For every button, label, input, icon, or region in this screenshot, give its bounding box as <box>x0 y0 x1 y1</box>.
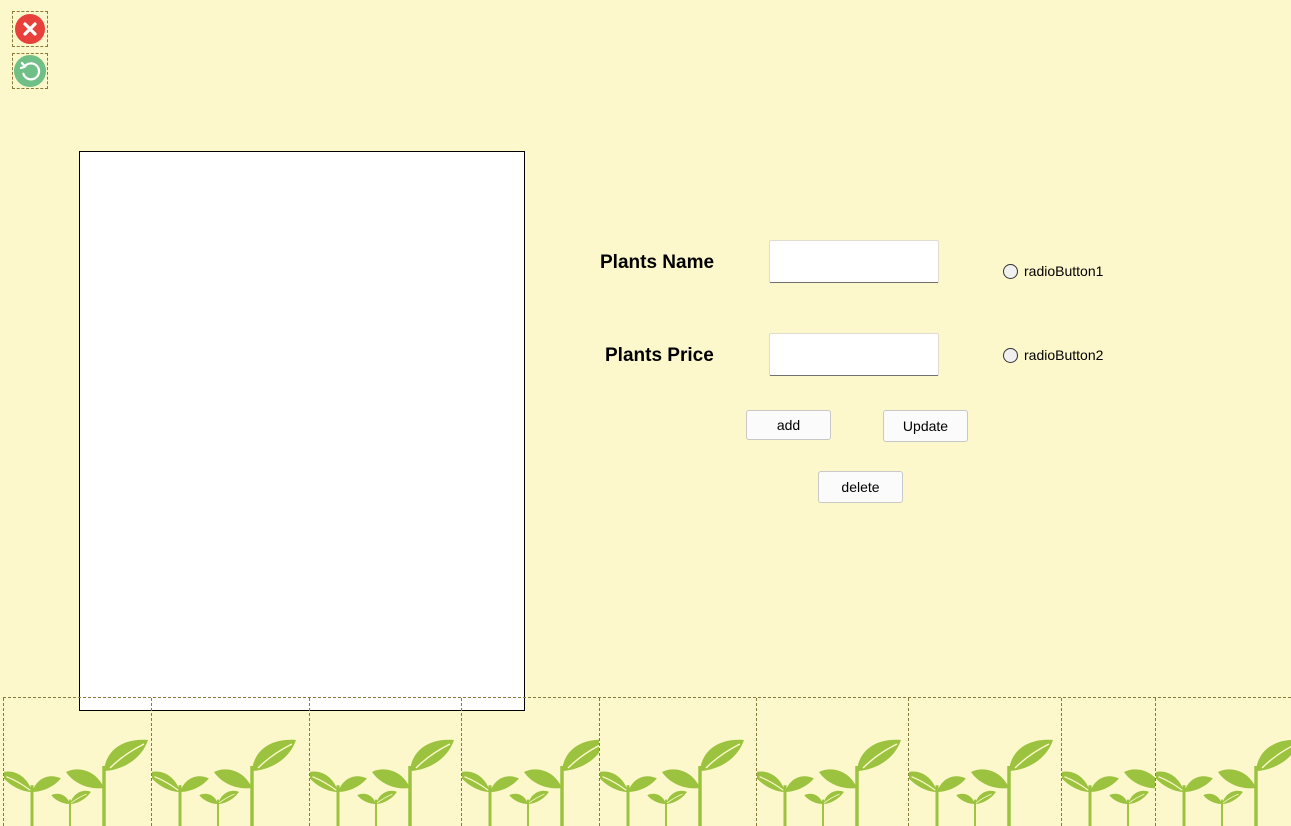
radio-button-1[interactable]: radioButton1 <box>1003 263 1103 279</box>
sprout-icon <box>462 739 599 826</box>
undo-arrow-icon <box>13 54 47 88</box>
sprout-icon <box>909 739 1053 826</box>
sprout-icon <box>310 739 454 826</box>
footer-sprout-banner <box>3 697 1291 826</box>
sprout-icon <box>1156 739 1291 826</box>
sprout-tile <box>1061 698 1155 826</box>
sprout-icon <box>1062 769 1155 826</box>
sprout-icon <box>4 739 148 826</box>
plants-name-label: Plants Name <box>600 252 715 273</box>
sprout-icon <box>152 739 296 826</box>
radio-button-2-label: radioButton2 <box>1024 347 1104 363</box>
radio-circle[interactable] <box>1003 347 1018 363</box>
plants-list-box[interactable] <box>79 151 525 711</box>
sprout-icon <box>600 739 744 826</box>
sprout-tile <box>151 698 309 826</box>
plants-name-input[interactable] <box>769 240 939 283</box>
delete-button[interactable]: delete <box>818 471 903 503</box>
radio-button-1-label: radioButton1 <box>1024 263 1104 279</box>
plants-price-label: Plants Price <box>605 345 714 366</box>
sprout-tile <box>908 698 1061 826</box>
close-button[interactable] <box>12 11 48 47</box>
add-button[interactable]: add <box>746 410 831 440</box>
sprout-tile <box>756 698 908 826</box>
sprout-tile <box>461 698 599 826</box>
radio-button-2[interactable]: radioButton2 <box>1003 347 1103 363</box>
close-icon <box>15 14 45 44</box>
update-button[interactable]: Update <box>883 410 968 442</box>
sprout-tile <box>599 698 756 826</box>
sprout-tile <box>3 698 151 826</box>
sprout-icon <box>757 739 901 826</box>
plants-price-input[interactable] <box>769 333 939 376</box>
back-button[interactable] <box>12 53 48 89</box>
sprout-tile <box>1155 698 1291 826</box>
radio-circle[interactable] <box>1003 263 1018 279</box>
sprout-tile <box>309 698 461 826</box>
